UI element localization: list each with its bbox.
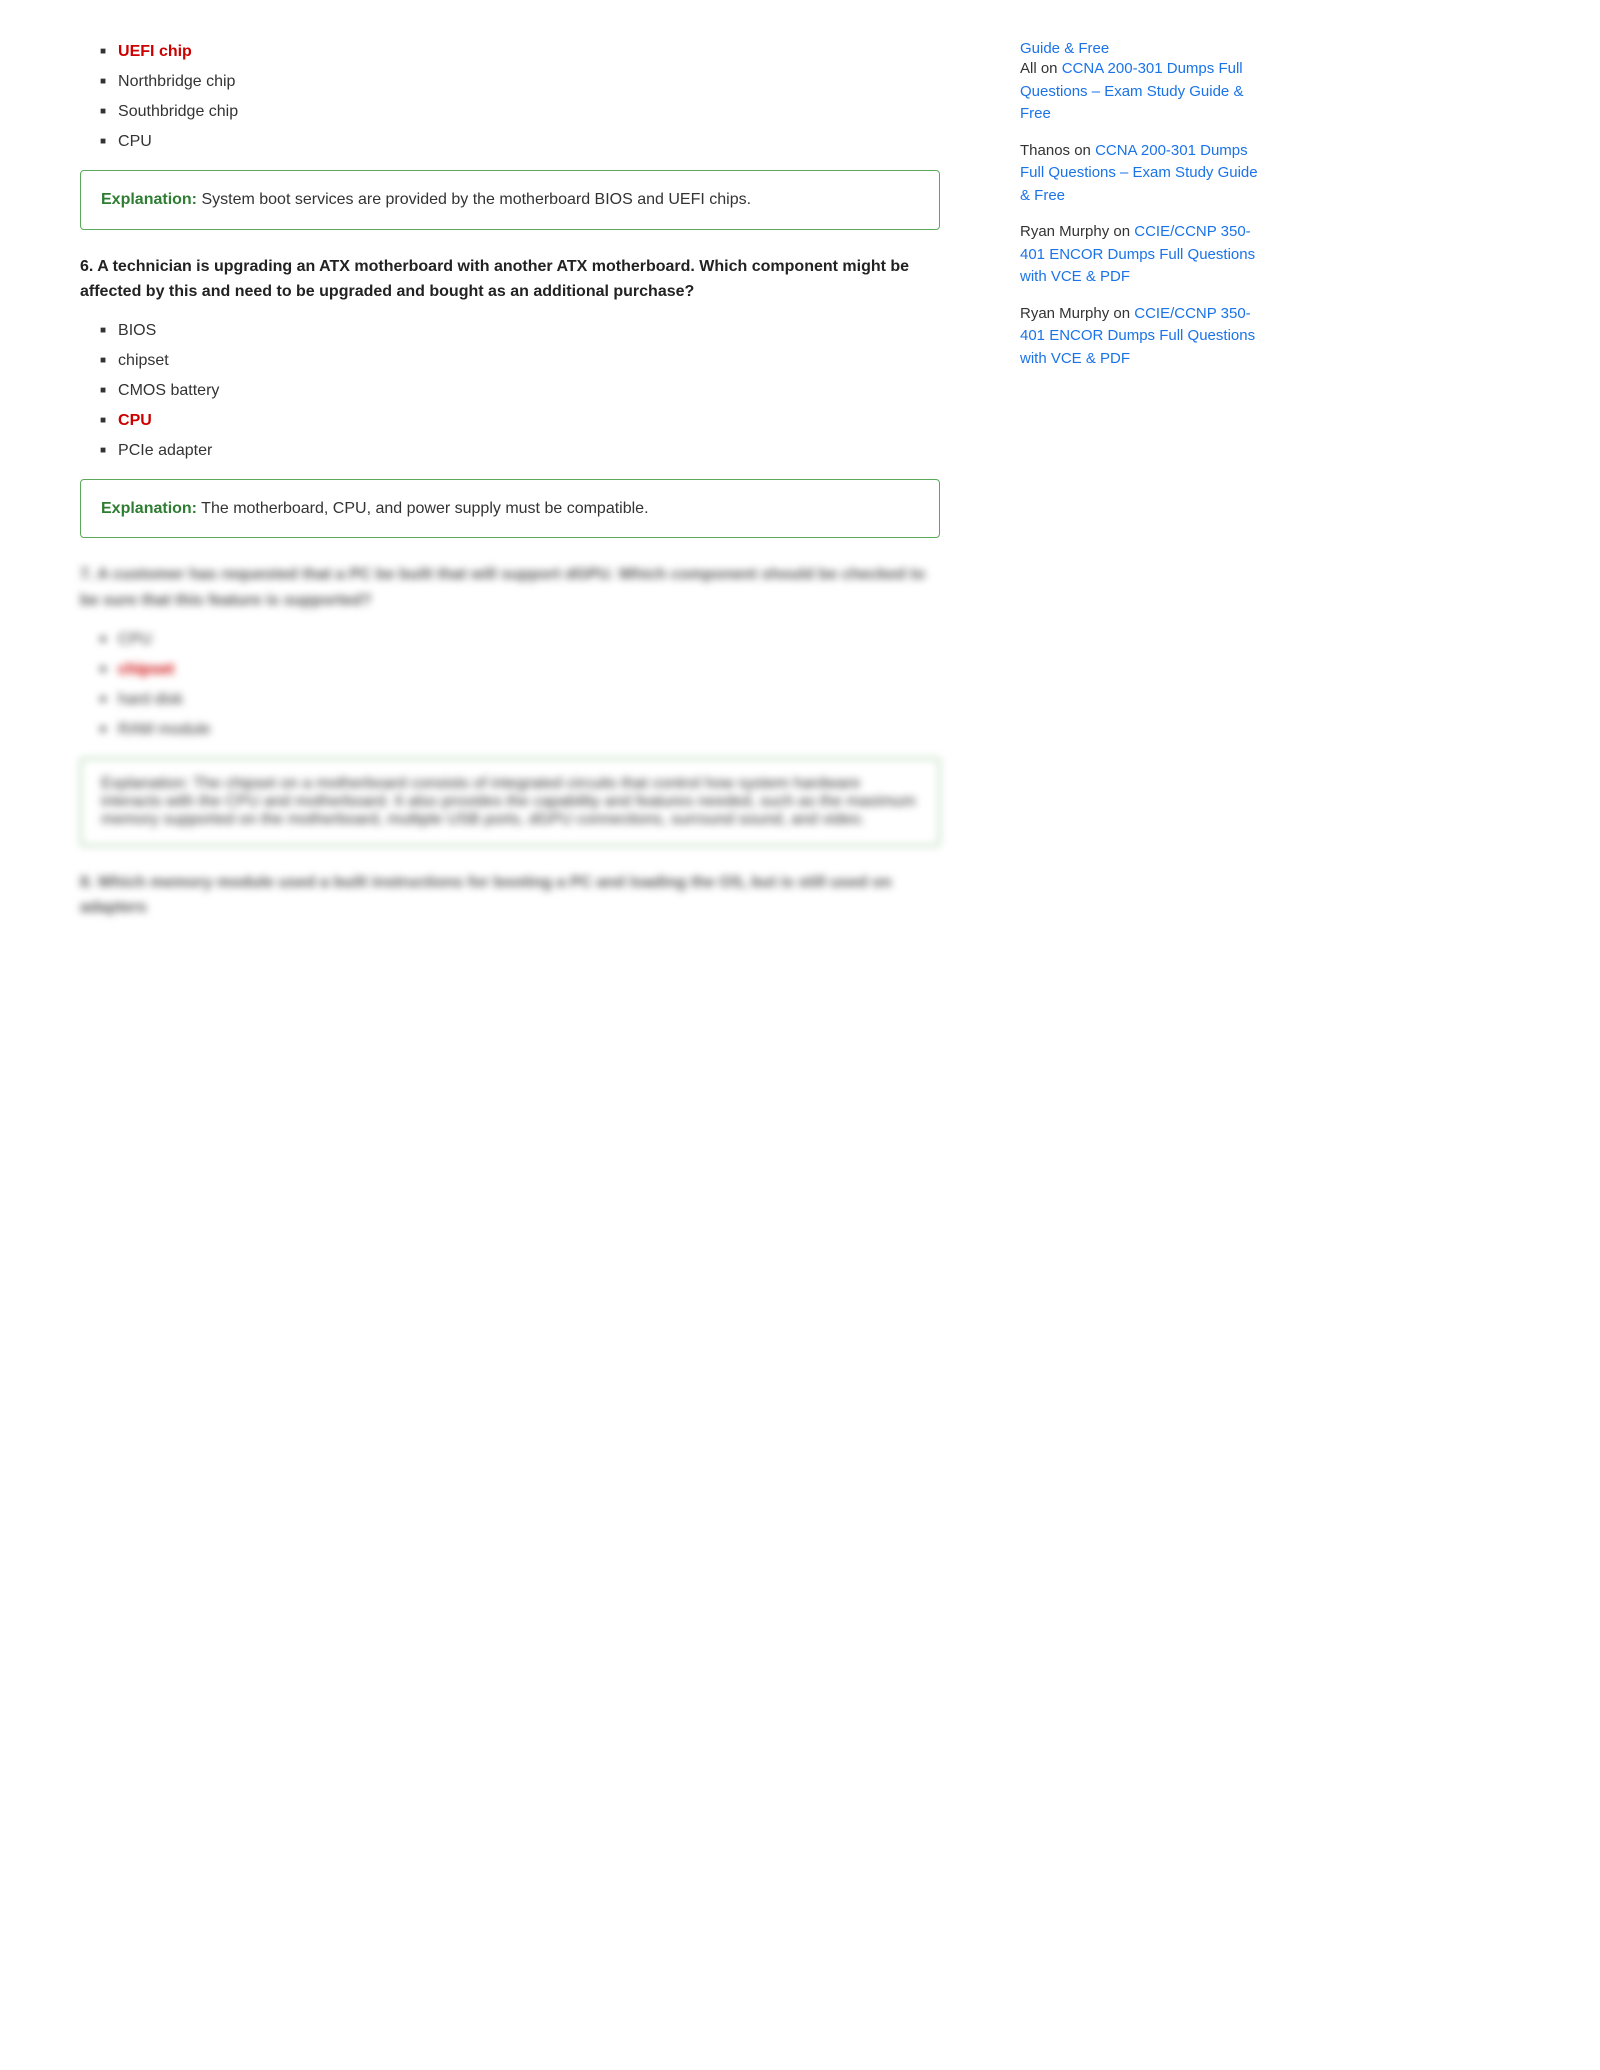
- sidebar: Guide & Free All on CCNA 200-301 Dumps F…: [980, 20, 1280, 955]
- q5-explanation-box: Explanation: System boot services are pr…: [80, 170, 940, 230]
- q6-explanation-label: Explanation:: [101, 500, 197, 517]
- q7-bullet-2: chipset: [100, 658, 940, 682]
- q6-answer-text: CPU: [118, 409, 152, 433]
- q6-option-5-text: PCIe adapter: [118, 439, 212, 463]
- q7-section: 7. A customer has requested that a PC be…: [80, 562, 940, 741]
- q6-explanation-text: Explanation: The motherboard, CPU, and p…: [101, 500, 649, 517]
- q7-explanation-box: Explanation: The chipset on a motherboar…: [80, 758, 940, 846]
- q7-bullet-list: CPU chipset hard disk RAM module: [100, 628, 940, 742]
- q8-section: 8. Which memory module used a built inst…: [80, 870, 940, 921]
- q6-section: 6. A technician is upgrading an ATX moth…: [80, 254, 940, 539]
- sidebar-item-1: All on CCNA 200-301 Dumps Full Questions…: [1020, 58, 1260, 126]
- q7-explanation-label: Explanation:: [101, 775, 189, 792]
- q5-bullets: UEFI chip Northbridge chip Southbridge c…: [80, 40, 940, 230]
- q5-option-4-text: CPU: [118, 130, 152, 154]
- q6-bullet-1: BIOS: [100, 319, 940, 343]
- q6-bullet-4: CPU: [100, 409, 940, 433]
- q7-option-3-text: hard disk: [118, 688, 183, 712]
- q5-explanation-text: Explanation: System boot services are pr…: [101, 191, 751, 208]
- sidebar-author-4: Ryan Murphy on: [1020, 305, 1134, 322]
- q7-bullet-4: RAM module: [100, 718, 940, 742]
- q6-explanation-box: Explanation: The motherboard, CPU, and p…: [80, 479, 940, 539]
- q5-explanation-label: Explanation:: [101, 191, 197, 208]
- main-content: UEFI chip Northbridge chip Southbridge c…: [0, 20, 980, 955]
- q5-bullet-3: Southbridge chip: [100, 100, 940, 124]
- q7-bullet-1: CPU: [100, 628, 940, 652]
- q8-question-text: 8. Which memory module used a built inst…: [80, 870, 940, 921]
- q6-bullet-3: CMOS battery: [100, 379, 940, 403]
- sidebar-title-link[interactable]: Guide & Free: [1020, 40, 1109, 57]
- q5-option-2-text: Northbridge chip: [118, 70, 235, 94]
- q7-option-4-text: RAM module: [118, 718, 210, 742]
- q7-question-text: 7. A customer has requested that a PC be…: [80, 562, 940, 613]
- q5-bullet-2: Northbridge chip: [100, 70, 940, 94]
- q5-bullet-1: UEFI chip: [100, 40, 940, 64]
- sidebar-item-3: Ryan Murphy on CCIE/CCNP 350-401 ENCOR D…: [1020, 221, 1260, 289]
- q7-option-1-text: CPU: [118, 628, 152, 652]
- sidebar-author-3: Ryan Murphy on: [1020, 223, 1134, 240]
- q6-question-text: 6. A technician is upgrading an ATX moth…: [80, 254, 940, 305]
- q6-bullet-list: BIOS chipset CMOS battery CPU PCIe adapt…: [100, 319, 940, 463]
- q6-option-3-text: CMOS battery: [118, 379, 219, 403]
- q7-bullet-3: hard disk: [100, 688, 940, 712]
- sidebar-author-2: Thanos on: [1020, 142, 1095, 159]
- q5-option-3-text: Southbridge chip: [118, 100, 238, 124]
- q5-answer-text: UEFI chip: [118, 40, 192, 64]
- q7-explanation-text: Explanation: The chipset on a motherboar…: [101, 775, 916, 828]
- q5-bullet-4: CPU: [100, 130, 940, 154]
- q6-option-1-text: BIOS: [118, 319, 156, 343]
- q5-bullet-list: UEFI chip Northbridge chip Southbridge c…: [100, 40, 940, 154]
- q7-answer-text: chipset: [118, 658, 174, 682]
- sidebar-item-4: Ryan Murphy on CCIE/CCNP 350-401 ENCOR D…: [1020, 303, 1260, 371]
- sidebar-author-1: All on: [1020, 60, 1062, 77]
- q6-option-2-text: chipset: [118, 349, 169, 373]
- sidebar-item-2: Thanos on CCNA 200-301 Dumps Full Questi…: [1020, 140, 1260, 208]
- q6-bullet-2: chipset: [100, 349, 940, 373]
- q6-bullet-5: PCIe adapter: [100, 439, 940, 463]
